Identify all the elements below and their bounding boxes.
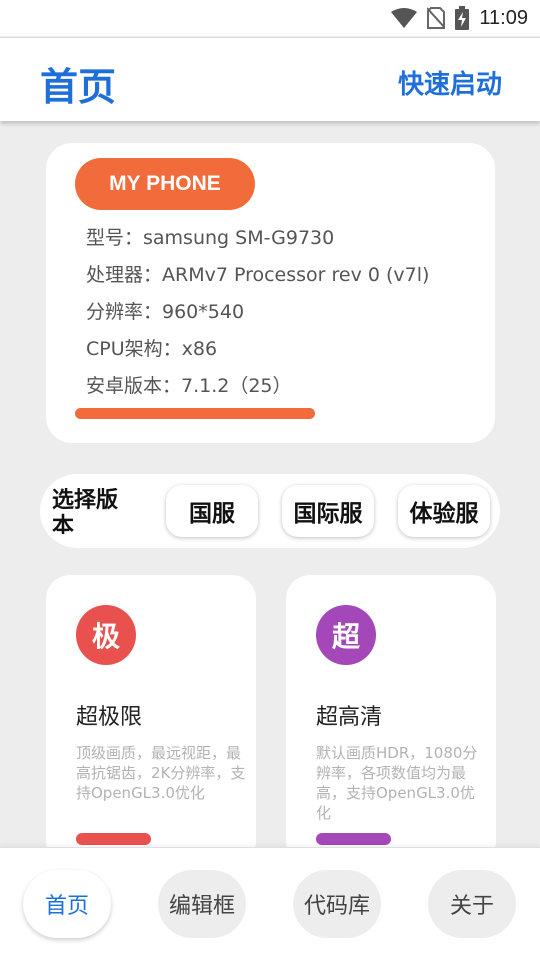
mode-accent-bar [316, 833, 391, 845]
phone-info-card: MY PHONE 型号：samsung SM-G9730 处理器：ARMv7 P… [46, 143, 495, 443]
status-bar: 11:09 [0, 0, 540, 36]
spec-list: 型号：samsung SM-G9730 处理器：ARMv7 Processor … [86, 223, 429, 408]
bottom-navigation: 首页 编辑框 代码库 关于 [0, 847, 540, 960]
my-phone-badge: MY PHONE [75, 158, 255, 210]
spec-processor: 处理器：ARMv7 Processor rev 0 (v7l) [86, 264, 430, 286]
version-option-global[interactable]: 国际服 [282, 485, 374, 537]
mode-accent-bar [76, 833, 151, 845]
nav-code-library[interactable]: 代码库 [293, 870, 381, 938]
wifi-icon [391, 8, 418, 28]
page-title: 首页 [40, 65, 117, 109]
mode-description: 默认画质HDR，1080分辨率，各项数值均为最高，支持OpenGL3.0优化 [316, 744, 478, 822]
mode-card-hd[interactable]: 超 超高清 默认画质HDR，1080分辨率，各项数值均为最高，支持OpenGL3… [286, 575, 496, 865]
mode-card-ultimate[interactable]: 极 超极限 顶级画质，最远视距，最高抗锯齿，2K分辨率，支持OpenGL3.0优… [46, 575, 256, 865]
spec-model: 型号：samsung SM-G9730 [86, 227, 335, 249]
spec-cpu-arch: CPU架构：x86 [86, 338, 218, 360]
version-option-cn[interactable]: 国服 [166, 485, 258, 537]
version-selector: 选择版本 国服 国际服 体验服 [40, 474, 500, 548]
ultimate-icon: 极 [76, 605, 136, 665]
version-option-beta[interactable]: 体验服 [398, 485, 490, 537]
mode-description: 顶级画质，最远视距，最高抗锯齿，2K分辨率，支持OpenGL3.0优化 [76, 744, 246, 802]
nav-about[interactable]: 关于 [428, 870, 516, 938]
status-time: 11:09 [479, 6, 528, 29]
version-label: 选择版本 [52, 488, 119, 534]
spec-android-version: 安卓版本：7.1.2（25） [86, 375, 292, 397]
spec-accent-bar [75, 408, 315, 419]
hd-icon: 超 [316, 605, 376, 665]
quick-start-button[interactable]: 快速启动 [398, 64, 502, 101]
mode-title: 超高清 [316, 705, 383, 730]
spec-resolution: 分辨率：960*540 [86, 301, 245, 323]
no-sim-icon [427, 7, 446, 29]
nav-editor[interactable]: 编辑框 [158, 870, 246, 938]
battery-charging-icon [455, 6, 470, 30]
status-icons: 11:09 [391, 4, 528, 32]
app-bar: 首页 快速启动 [0, 37, 540, 121]
nav-home[interactable]: 首页 [23, 870, 111, 938]
mode-title: 超极限 [76, 705, 143, 730]
